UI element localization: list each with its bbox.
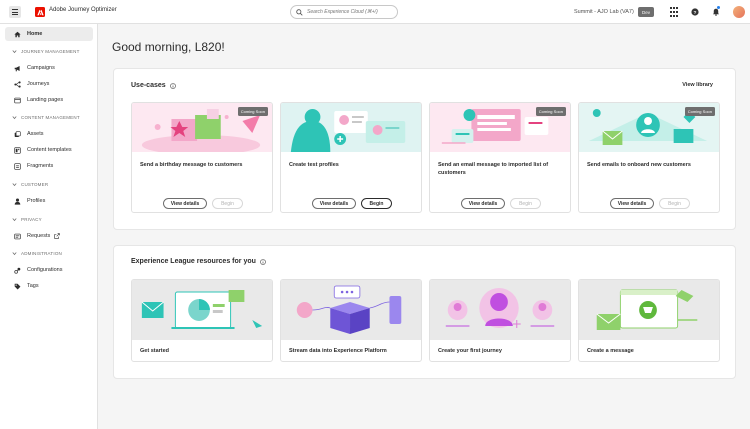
sidebar-item-campaigns[interactable]: Campaigns: [5, 61, 93, 75]
use-case-card-email-imported[interactable]: Coming Soon Send an email message to imp…: [429, 102, 571, 213]
page-title: Good morning, L820!: [112, 40, 225, 54]
card-title: Create test profiles: [289, 162, 339, 168]
help-icon[interactable]: ?: [690, 7, 700, 17]
coming-soon-badge: Coming Soon: [684, 107, 715, 116]
info-icon[interactable]: [260, 258, 266, 265]
configuration-icon: [14, 267, 21, 274]
coming-soon-badge: Coming Soon: [237, 107, 268, 116]
tag-icon: [14, 283, 21, 289]
sidebar-item-fragments[interactable]: Fragments: [5, 159, 93, 173]
user-icon: [14, 198, 21, 205]
begin-button[interactable]: Begin: [361, 198, 392, 209]
search-input[interactable]: [307, 9, 397, 15]
card-title: Send an email message to imported list o…: [438, 162, 549, 176]
card-illustration: Coming Soon: [430, 103, 570, 152]
sidebar-item-content-templates[interactable]: Content templates: [5, 143, 93, 157]
notification-dot: [717, 6, 720, 9]
sidebar-item-home[interactable]: Home: [5, 27, 93, 41]
resource-card-create-message[interactable]: Create a message: [578, 279, 720, 362]
section-administration[interactable]: ADMINISTRATION: [12, 251, 62, 256]
card-title: Create your first journey: [438, 348, 502, 354]
fragment-icon: [14, 162, 21, 170]
coming-soon-badge: Coming Soon: [535, 107, 566, 116]
info-icon[interactable]: [169, 82, 176, 89]
svg-text:?: ?: [694, 10, 697, 16]
menu-icon[interactable]: [9, 6, 21, 18]
section-customer[interactable]: CUSTOMER: [12, 182, 48, 187]
chevron-down-icon: [12, 183, 17, 187]
view-details-button[interactable]: View details: [312, 198, 356, 209]
use-case-card-birthday[interactable]: Coming Soon Send a birthday message to c…: [131, 102, 273, 213]
card-illustration: [281, 280, 421, 340]
chevron-down-icon: [12, 218, 17, 222]
page-icon: [14, 97, 21, 103]
card-illustration: [281, 103, 421, 152]
top-bar: Adobe Journey Optimizer Summit - AJO Lab…: [0, 0, 750, 24]
sandbox-badge[interactable]: Dev: [638, 7, 655, 17]
avatar[interactable]: [733, 6, 745, 18]
card-title: Send a birthday message to customers: [140, 162, 243, 168]
chevron-down-icon: [12, 116, 17, 120]
card-illustration: [132, 280, 272, 340]
sidebar-item-label: Home: [27, 31, 43, 37]
search-box[interactable]: [290, 5, 398, 19]
card-title: Send emails to onboard new customers: [587, 162, 691, 168]
resource-card-get-started[interactable]: Get started: [131, 279, 273, 362]
sidebar-item-configurations[interactable]: Configurations: [5, 263, 93, 277]
view-library-button[interactable]: View library: [682, 82, 713, 88]
resource-card-first-journey[interactable]: Create your first journey: [429, 279, 571, 362]
chevron-down-icon: [12, 252, 17, 256]
sidebar-item-journeys[interactable]: Journeys: [5, 77, 93, 91]
resources-title: Experience League resources for you: [131, 258, 266, 265]
sidebar-item-tags[interactable]: Tags: [5, 279, 93, 293]
sidebar-item-profiles[interactable]: Profiles: [5, 194, 93, 208]
begin-button: Begin: [510, 198, 541, 209]
external-link-icon: [54, 233, 60, 239]
app-title[interactable]: Adobe Journey Optimizer: [49, 7, 117, 13]
section-privacy[interactable]: PRIVACY: [12, 217, 42, 222]
org-switcher[interactable]: Summit - AJO Lab (VA7): [574, 9, 634, 15]
section-journey-management[interactable]: JOURNEY MANAGEMENT: [12, 49, 80, 54]
home-icon: [14, 31, 21, 37]
assets-icon: [14, 130, 21, 137]
use-cases-title: Use-cases: [131, 82, 176, 89]
sidebar-item-landing-pages[interactable]: Landing pages: [5, 93, 93, 107]
sidebar-item-assets[interactable]: Assets: [5, 127, 93, 141]
card-illustration: Coming Soon: [132, 103, 272, 152]
view-details-button[interactable]: View details: [163, 198, 207, 209]
use-case-card-test-profiles[interactable]: Create test profiles View details Begin: [280, 102, 422, 213]
apps-grid-icon[interactable]: [669, 7, 679, 17]
megaphone-icon: [14, 65, 20, 71]
card-title: Stream data into Experience Platform: [289, 348, 387, 354]
card-illustration: [430, 280, 570, 340]
begin-button: Begin: [659, 198, 690, 209]
sidebar-item-requests[interactable]: Requests: [5, 229, 93, 243]
card-title: Create a message: [587, 348, 634, 354]
begin-button: Begin: [212, 198, 243, 209]
sidebar: Home JOURNEY MANAGEMENT Campaigns Journe…: [0, 24, 98, 429]
adobe-logo-icon[interactable]: [35, 7, 45, 17]
card-illustration: [579, 280, 719, 340]
use-case-card-onboard[interactable]: Coming Soon Send emails to onboard new c…: [578, 102, 720, 213]
resource-card-stream-data[interactable]: Stream data into Experience Platform: [280, 279, 422, 362]
card-title: Get started: [140, 348, 170, 354]
view-details-button[interactable]: View details: [610, 198, 654, 209]
search-icon: [296, 8, 303, 16]
use-cases-panel: Use-cases View library Coming Soon Send …: [113, 68, 736, 230]
template-icon: [14, 146, 21, 154]
section-content-management[interactable]: CONTENT MANAGEMENT: [12, 115, 80, 120]
view-details-button[interactable]: View details: [461, 198, 505, 209]
journey-icon: [14, 80, 21, 88]
card-illustration: Coming Soon: [579, 103, 719, 152]
requests-icon: [14, 233, 21, 239]
experience-league-panel: Experience League resources for you Get …: [113, 245, 736, 379]
chevron-down-icon: [12, 50, 17, 54]
